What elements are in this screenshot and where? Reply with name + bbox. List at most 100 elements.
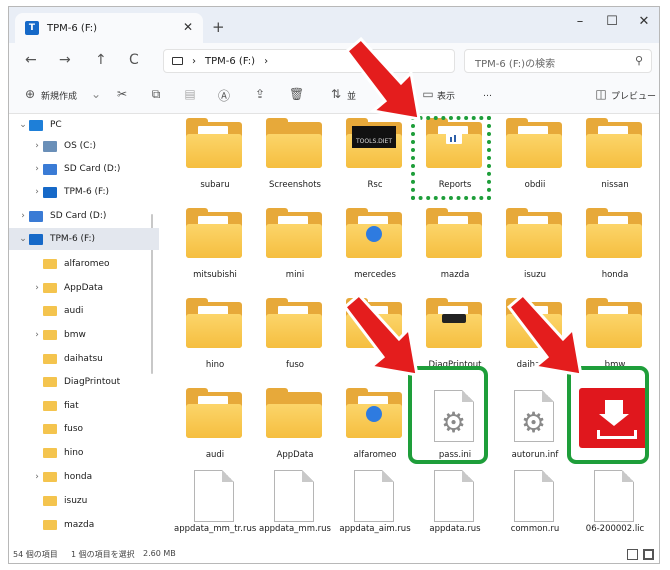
- navigation-bar: ← → ↑ C › TPM-6 (F:) › TPM-6 (F:)の検索 ⚲: [9, 43, 659, 80]
- file-name: appdata_mm.rus: [259, 524, 331, 534]
- tpm-icon: [29, 233, 43, 245]
- file-item[interactable]: alfaromeo: [334, 386, 416, 476]
- sidebar-item-label: mazda: [64, 520, 95, 530]
- share-icon[interactable]: ⇪: [253, 87, 267, 101]
- search-input[interactable]: TPM-6 (F:)の検索 ⚲: [464, 49, 652, 73]
- chevron-icon[interactable]: ›: [31, 283, 43, 293]
- chevron-icon[interactable]: ›: [31, 472, 43, 482]
- folder-icon: [186, 298, 242, 348]
- file-item[interactable]: mercedes: [334, 206, 416, 296]
- delete-icon[interactable]: 🗑: [289, 87, 304, 101]
- settings-file-icon: ⚙: [514, 390, 554, 442]
- cut-icon[interactable]: ✂: [115, 87, 129, 101]
- file-item[interactable]: subaru: [174, 116, 256, 206]
- chevron-icon[interactable]: ⌄: [17, 120, 29, 130]
- close-button[interactable]: ✕: [629, 14, 659, 29]
- file-name: subaru: [200, 180, 230, 190]
- file-item[interactable]: nissan: [574, 116, 656, 206]
- sidebar-item[interactable]: hino: [9, 442, 159, 464]
- refresh-button[interactable]: C: [129, 52, 139, 68]
- chevron-icon[interactable]: ›: [31, 187, 43, 197]
- chevron-icon[interactable]: ›: [31, 141, 43, 151]
- sidebar-item[interactable]: › SD Card (D:): [9, 158, 159, 180]
- file-item[interactable]: mini: [254, 206, 336, 296]
- sidebar-item[interactable]: audi: [9, 300, 159, 322]
- file-item[interactable]: 06-200002.lic: [574, 466, 656, 556]
- sidebar-item[interactable]: › honda: [9, 466, 159, 488]
- folder-icon: [186, 388, 242, 438]
- file-item[interactable]: AppData: [254, 386, 336, 476]
- search-icon: ⚲: [634, 54, 643, 67]
- breadcrumb-item[interactable]: TPM-6 (F:): [205, 56, 255, 67]
- file-item[interactable]: common.ru: [494, 466, 576, 556]
- preview-button[interactable]: プレビュー: [611, 89, 656, 102]
- file-item[interactable]: Screenshots: [254, 116, 336, 206]
- sidebar-item[interactable]: › bmw: [9, 324, 159, 346]
- tab-tpm6[interactable]: T TPM-6 (F:) ✕: [15, 13, 203, 43]
- document-icon: [354, 470, 394, 522]
- chevron-icon[interactable]: ⌄: [17, 234, 29, 244]
- sidebar-item-label: daihatsu: [64, 354, 103, 364]
- file-item[interactable]: mitsubishi: [174, 206, 256, 296]
- folder-icon: [186, 118, 242, 168]
- file-name: isuzu: [523, 270, 547, 280]
- sidebar-item[interactable]: › OS (C:): [9, 135, 159, 157]
- file-name: mazda: [440, 270, 470, 280]
- sidebar-item-label: SD Card (D:): [50, 211, 107, 221]
- new-button[interactable]: 新規作成: [41, 89, 77, 102]
- sidebar-item[interactable]: ⌄ PC: [9, 114, 159, 136]
- file-item[interactable]: honda: [574, 206, 656, 296]
- drive-icon: T: [25, 21, 39, 35]
- details-view-icon[interactable]: [627, 549, 638, 560]
- file-item[interactable]: appdata.rus: [414, 466, 496, 556]
- file-item[interactable]: appdata_mm.rus: [254, 466, 336, 556]
- close-tab-icon[interactable]: ✕: [183, 20, 193, 34]
- file-item[interactable]: isuzu: [494, 206, 576, 296]
- folder-icon: [43, 354, 57, 364]
- tiles-view-icon[interactable]: [643, 549, 654, 560]
- file-item[interactable]: mazda: [414, 206, 496, 296]
- folder-icon: [266, 298, 322, 348]
- sidebar-item[interactable]: › SD Card (D:): [9, 205, 159, 227]
- file-item[interactable]: audi: [174, 386, 256, 476]
- file-item[interactable]: appdata_aim.rus: [334, 466, 416, 556]
- back-button[interactable]: ←: [25, 52, 37, 68]
- file-item[interactable]: ⚙ autorun.inf: [494, 386, 576, 476]
- file-item[interactable]: TOOLS.DIET Rsc: [334, 116, 416, 206]
- file-item[interactable]: fuso: [254, 296, 336, 386]
- sidebar-item[interactable]: alfaromeo: [9, 253, 159, 275]
- folder-icon: [43, 330, 57, 340]
- chevron-icon[interactable]: ›: [31, 330, 43, 340]
- sidebar-item[interactable]: DiagPrintout: [9, 371, 159, 393]
- view-button[interactable]: 表示: [437, 89, 455, 102]
- sidebar-item[interactable]: › AppData: [9, 277, 159, 299]
- sidebar-item[interactable]: fuso: [9, 418, 159, 440]
- sidebar-item[interactable]: › TPM-6 (F:): [9, 181, 159, 203]
- sidebar-item-label: OS (C:): [64, 141, 96, 151]
- folder-icon: [43, 306, 57, 316]
- chevron-icon[interactable]: ›: [17, 211, 29, 221]
- file-item[interactable]: obdii: [494, 116, 576, 206]
- up-button[interactable]: ↑: [95, 52, 107, 68]
- paste-icon[interactable]: ▤: [183, 87, 197, 101]
- minimize-button[interactable]: –: [565, 14, 595, 29]
- file-explorer-window: T TPM-6 (F:) ✕ + – ☐ ✕ ← → ↑ C › TPM-6 (…: [8, 6, 660, 564]
- sidebar-item[interactable]: daihatsu: [9, 348, 159, 370]
- file-name: Rsc: [367, 180, 383, 190]
- rename-icon[interactable]: Ⓐ: [217, 87, 231, 103]
- new-tab-button[interactable]: +: [212, 18, 225, 36]
- sidebar-item[interactable]: mazda: [9, 514, 159, 536]
- more-button[interactable]: …: [483, 89, 492, 99]
- file-name: appdata_aim.rus: [339, 524, 411, 534]
- document-icon: [514, 470, 554, 522]
- sidebar-item[interactable]: isuzu: [9, 490, 159, 512]
- forward-button[interactable]: →: [59, 52, 71, 68]
- chevron-icon[interactable]: ›: [31, 164, 43, 174]
- sd-icon: [43, 163, 57, 175]
- sidebar-item[interactable]: ⌄ TPM-6 (F:): [9, 228, 159, 250]
- maximize-button[interactable]: ☐: [597, 14, 627, 29]
- copy-icon[interactable]: ⧉: [149, 87, 163, 101]
- file-item[interactable]: hino: [174, 296, 256, 386]
- file-item[interactable]: appdata_mm_tr.rus: [174, 466, 256, 556]
- sidebar-item[interactable]: fiat: [9, 395, 159, 417]
